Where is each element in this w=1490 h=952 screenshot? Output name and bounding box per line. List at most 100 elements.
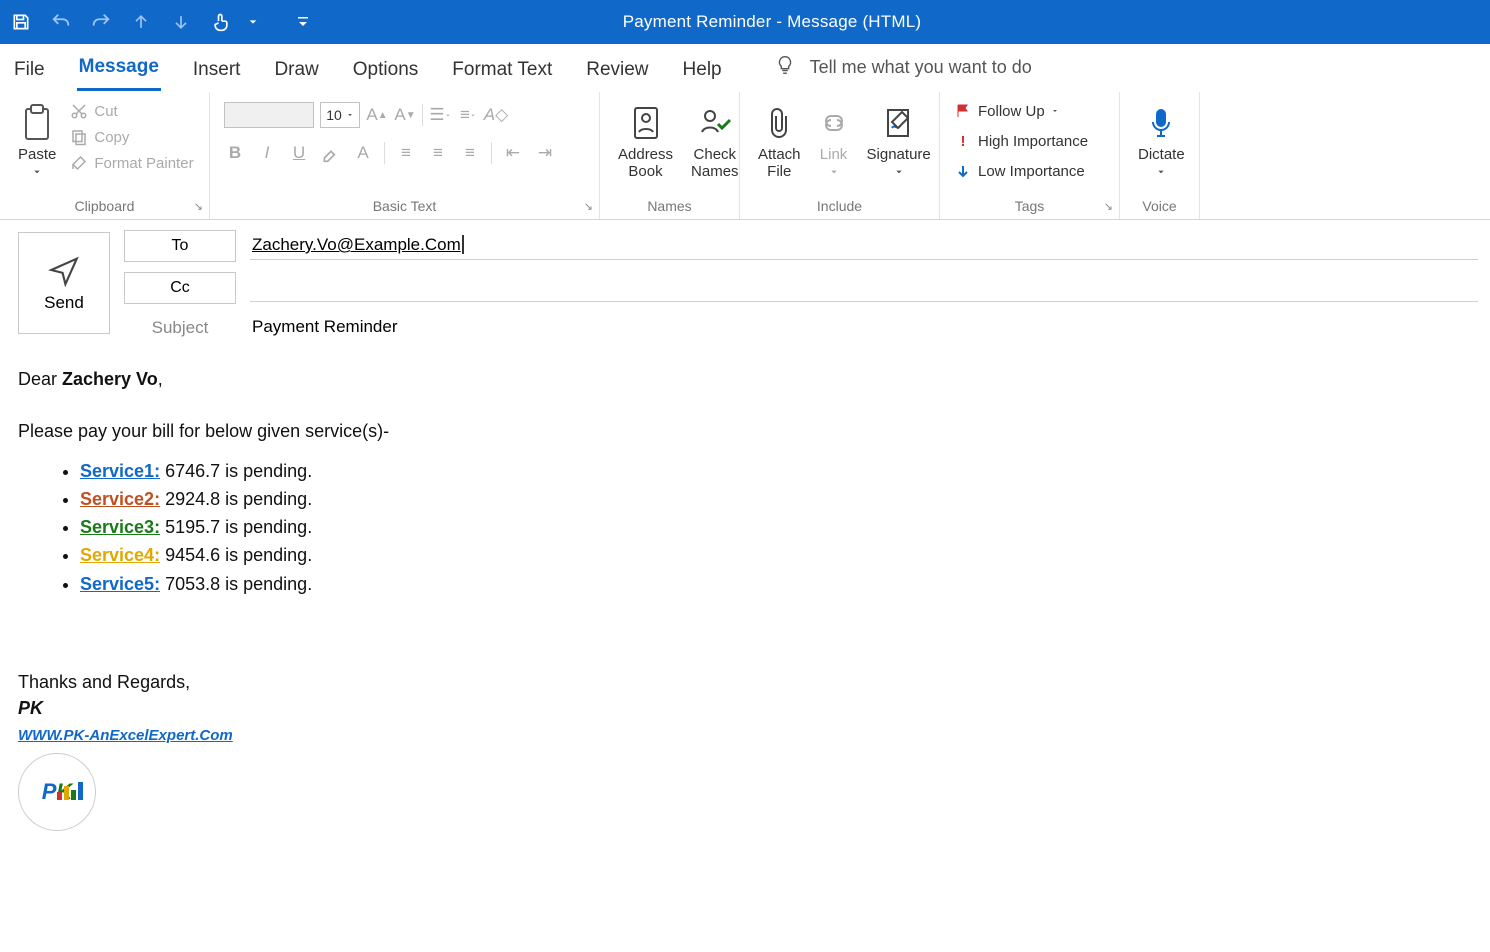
paste-icon xyxy=(20,102,54,144)
salutation-name: Zachery Vo xyxy=(62,369,158,389)
check-names-icon xyxy=(698,102,732,144)
to-button[interactable]: To xyxy=(124,230,236,262)
signature-icon xyxy=(884,102,914,144)
group-label-names: Names xyxy=(647,198,691,214)
align-center-icon[interactable]: ≡ xyxy=(427,142,449,164)
chevron-down-icon[interactable] xyxy=(242,11,264,33)
format-painter-button[interactable]: Format Painter xyxy=(66,152,197,174)
decrease-indent-icon[interactable]: ⇤ xyxy=(502,142,524,164)
tab-draw[interactable]: Draw xyxy=(272,57,320,91)
up-icon[interactable] xyxy=(130,11,152,33)
link-button[interactable]: Link xyxy=(811,98,857,185)
undo-icon[interactable] xyxy=(50,11,72,33)
format-painter-label: Format Painter xyxy=(94,155,193,172)
address-book-label: Address Book xyxy=(618,146,673,181)
clear-format-icon[interactable]: A◇ xyxy=(485,104,507,126)
touch-mode-icon[interactable] xyxy=(210,11,232,33)
signature-url[interactable]: WWW.PK-AnExcelExpert.Com xyxy=(18,727,233,744)
compose-area: Send To Zachery.Vo@Example.Com Cc Subjec… xyxy=(0,220,1490,831)
signature-name: PK xyxy=(18,695,1468,721)
salutation-suffix: , xyxy=(158,369,163,389)
group-clipboard: Paste Cut Copy Format Painter Clipboard ↘ xyxy=(0,92,210,219)
increase-font-icon[interactable]: A▲ xyxy=(366,104,388,126)
attach-file-label: Attach File xyxy=(758,146,801,181)
to-recipient: Zachery.Vo@Example.Com xyxy=(252,235,464,254)
numbering-icon[interactable]: ≡ xyxy=(457,104,479,126)
down-icon[interactable] xyxy=(170,11,192,33)
group-voice: Dictate Voice xyxy=(1120,92,1200,219)
dialog-launcher-icon[interactable]: ↘ xyxy=(194,200,203,213)
dictate-button[interactable]: Dictate xyxy=(1130,98,1193,185)
address-book-button[interactable]: Address Book xyxy=(610,98,681,185)
cut-label: Cut xyxy=(94,103,117,120)
quick-access-toolbar xyxy=(10,11,314,33)
paste-button[interactable]: Paste xyxy=(10,98,64,185)
link-label: Link xyxy=(820,146,848,163)
tab-format-text[interactable]: Format Text xyxy=(450,57,554,91)
low-importance-button[interactable]: Low Importance xyxy=(950,160,1092,182)
underline-icon[interactable]: U xyxy=(288,142,310,164)
qat-customize-icon[interactable] xyxy=(292,11,314,33)
bold-icon[interactable]: B xyxy=(224,142,246,164)
font-size-dropdown[interactable]: 10 xyxy=(320,102,360,128)
increase-indent-icon[interactable]: ⇥ xyxy=(534,142,556,164)
check-names-button[interactable]: Check Names xyxy=(683,98,747,185)
font-color-icon[interactable]: A xyxy=(352,142,374,164)
high-importance-button[interactable]: ! High Importance xyxy=(950,130,1092,152)
tab-review[interactable]: Review xyxy=(584,57,650,91)
to-field[interactable]: Zachery.Vo@Example.Com xyxy=(250,232,1478,260)
save-icon[interactable] xyxy=(10,11,32,33)
send-icon xyxy=(47,253,81,287)
salutation-prefix: Dear xyxy=(18,369,62,389)
list-item: Service1: 6746.7 is pending. xyxy=(80,458,1468,484)
tell-me-placeholder: Tell me what you want to do xyxy=(810,57,1032,78)
address-book-icon xyxy=(631,102,661,144)
tab-insert[interactable]: Insert xyxy=(191,57,243,91)
attach-file-button[interactable]: Attach File xyxy=(750,98,809,185)
dialog-launcher-icon[interactable]: ↘ xyxy=(1104,200,1113,213)
cc-button[interactable]: Cc xyxy=(124,272,236,304)
scissors-icon xyxy=(70,102,88,120)
chevron-down-icon xyxy=(829,163,839,180)
intro-line: Please pay your bill for below given ser… xyxy=(18,418,1468,444)
follow-up-button[interactable]: Follow Up xyxy=(950,100,1092,122)
dialog-launcher-icon[interactable]: ↘ xyxy=(584,200,593,213)
tell-me-search[interactable]: Tell me what you want to do xyxy=(774,54,1032,91)
subject-field[interactable]: Payment Reminder xyxy=(250,314,1478,342)
signature-logo: PK xyxy=(18,753,96,831)
copy-button[interactable]: Copy xyxy=(66,126,197,148)
font-name-dropdown[interactable] xyxy=(224,102,314,128)
list-item: Service4: 9454.6 is pending. xyxy=(80,542,1468,568)
chevron-down-icon xyxy=(32,163,42,180)
message-body[interactable]: Dear Zachery Vo, Please pay your bill fo… xyxy=(18,342,1478,831)
ribbon-tab-strip: File Message Insert Draw Options Format … xyxy=(0,44,1490,92)
regards-line: Thanks and Regards, xyxy=(18,669,1468,695)
low-importance-label: Low Importance xyxy=(978,163,1085,180)
tab-file[interactable]: File xyxy=(12,57,47,91)
decrease-font-icon[interactable]: A▼ xyxy=(394,104,416,126)
bullets-icon[interactable]: ☰ xyxy=(429,104,451,126)
paintbrush-icon xyxy=(70,154,88,172)
send-button[interactable]: Send xyxy=(18,232,110,334)
send-label: Send xyxy=(44,293,84,313)
redo-icon[interactable] xyxy=(90,11,112,33)
signature-button[interactable]: Signature xyxy=(859,98,939,185)
copy-label: Copy xyxy=(94,129,129,146)
copy-icon xyxy=(70,128,88,146)
chevron-down-icon xyxy=(894,163,904,180)
list-item: Service5: 7053.8 is pending. xyxy=(80,571,1468,597)
ribbon: Paste Cut Copy Format Painter Clipboard ↘ xyxy=(0,92,1490,220)
tab-message[interactable]: Message xyxy=(77,54,161,91)
service-value: 5195.7 is pending. xyxy=(165,517,312,537)
cc-field[interactable] xyxy=(250,274,1478,302)
exclamation-icon: ! xyxy=(954,132,972,150)
group-tags: Follow Up ! High Importance Low Importan… xyxy=(940,92,1120,219)
align-left-icon[interactable]: ≡ xyxy=(395,142,417,164)
align-right-icon[interactable]: ≡ xyxy=(459,142,481,164)
cut-button[interactable]: Cut xyxy=(66,100,197,122)
group-label-clipboard: Clipboard xyxy=(75,198,135,214)
highlight-icon[interactable] xyxy=(320,142,342,164)
tab-help[interactable]: Help xyxy=(681,57,724,91)
italic-icon[interactable]: I xyxy=(256,142,278,164)
tab-options[interactable]: Options xyxy=(351,57,420,91)
